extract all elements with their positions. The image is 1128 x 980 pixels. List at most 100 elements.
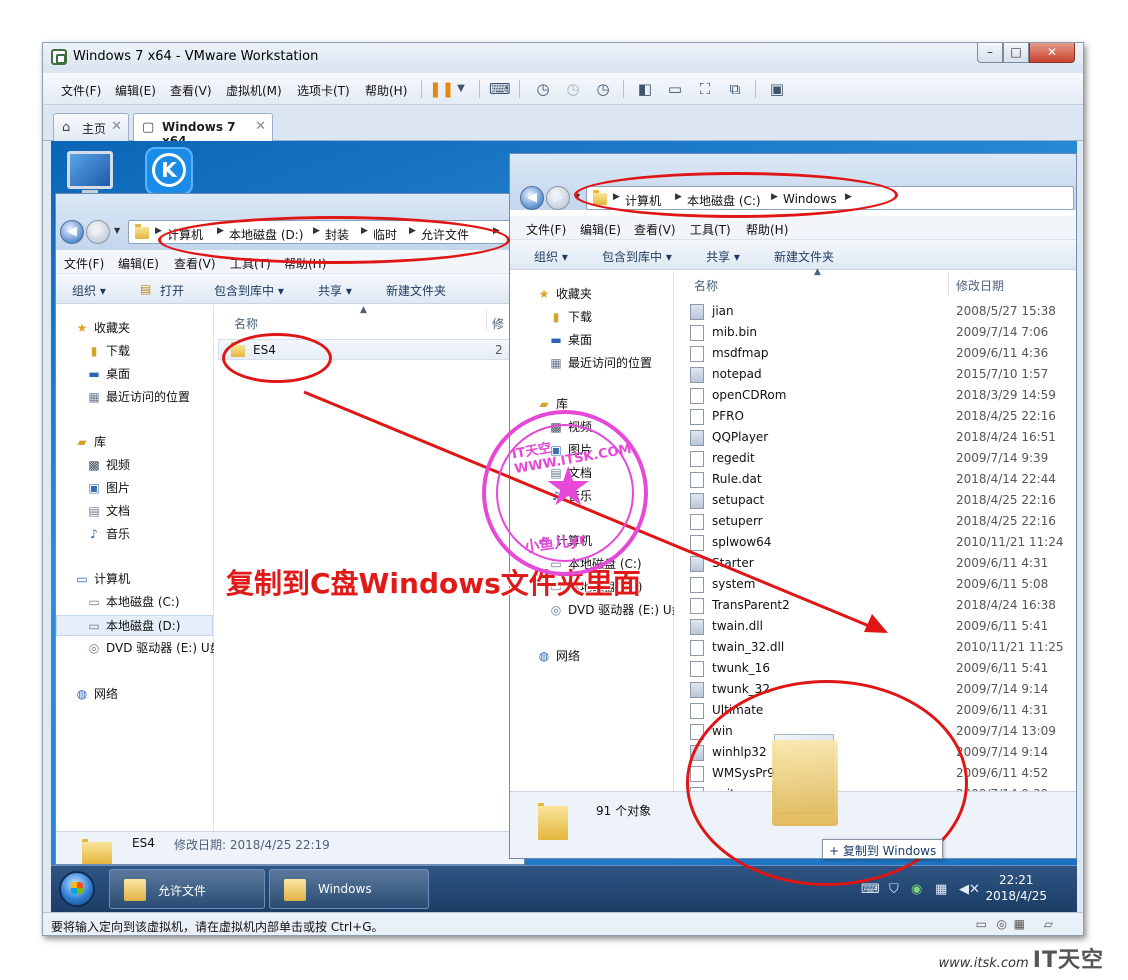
share-button[interactable]: 共享 ▾ [706,248,740,265]
revert-snapshot-icon[interactable]: ◷ [563,79,583,99]
security-tray-icon[interactable]: ◉ [911,882,922,897]
network-adapter-icon[interactable]: ▦ [1014,917,1025,931]
file-row[interactable]: twain.dll 2009/6/11 5:41 [674,616,1076,637]
nav-libraries[interactable]: ▰ 库 [74,433,106,450]
shield-icon[interactable]: ⛉ [889,882,899,897]
hard-disk-icon[interactable]: ▭ [976,917,987,931]
nav-favorites[interactable]: ★ 收藏夹 [536,285,592,302]
close-icon[interactable]: ✕ [111,119,122,134]
menu-tools[interactable]: 工具(T) [690,221,731,238]
keyboard-tray-icon[interactable]: ⌨ [861,882,880,897]
file-row[interactable]: setuperr 2018/4/25 22:16 [674,511,1076,532]
forward-button[interactable]: ▶ [86,220,110,244]
volume-muted-icon[interactable]: ◀✕ [959,882,980,897]
pause-icon[interactable]: ❚❚ [429,79,454,99]
taskbar-button-yunxu[interactable]: 允许文件 [109,869,265,909]
nav-videos[interactable]: ▩ 视频 [86,456,130,473]
menu-file[interactable]: 文件(F) [64,255,104,272]
nav-documents[interactable]: ▤ 文档 [86,502,130,519]
open-button[interactable]: 打开 [160,282,184,299]
clock[interactable]: 22:21 2018/4/25 [985,872,1047,904]
nav-recent[interactable]: ▦ 最近访问的位置 [548,354,652,371]
tab-home[interactable]: ⌂ 主页 ✕ [53,113,129,141]
nav-network[interactable]: ◍ 网络 [74,685,118,702]
fullscreen-icon[interactable]: ⛶ [695,79,715,99]
menu-help[interactable]: 帮助(H) [365,82,407,99]
nav-drive-c[interactable]: ▭ 本地磁盘 (C:) [86,593,179,610]
menu-edit[interactable]: 编辑(E) [118,255,159,272]
file-row[interactable]: Starter 2009/6/11 4:31 [674,553,1076,574]
nav-recent[interactable]: ▦ 最近访问的位置 [86,388,190,405]
column-name-header[interactable]: 名称 [234,315,258,332]
file-row[interactable]: notepad 2015/7/10 1:57 [674,364,1076,385]
menu-file[interactable]: 文件(F) [61,82,101,99]
menu-view[interactable]: 查看(V) [174,255,216,272]
nav-desktop[interactable]: ▬ 桌面 [86,365,130,382]
column-date-header[interactable]: 修 [492,315,504,332]
nav-drive-d[interactable]: ▭ 本地磁盘 (D:) [56,615,213,636]
maximize-button[interactable]: □ [1003,43,1029,63]
menu-view[interactable]: 查看(V) [634,221,676,238]
start-button[interactable] [59,871,95,907]
nav-favorites[interactable]: ★ 收藏夹 [74,319,130,336]
chevron-down-icon[interactable]: ▼ [114,226,120,235]
menu-edit[interactable]: 编辑(E) [115,82,156,99]
menu-help[interactable]: 帮助(H) [746,221,788,238]
title-bar[interactable]: Windows 7 x64 - VMware Workstation – □ ✕ [43,43,1083,71]
cd-icon[interactable]: ◎ [997,917,1007,931]
file-row[interactable]: PFRO 2018/4/25 22:16 [674,406,1076,427]
network-tray-icon[interactable]: ▦ [935,882,947,897]
send-keys-icon[interactable]: ⌨ [489,79,511,99]
sidebar-toggle-icon[interactable]: ◧ [635,79,655,99]
nav-dvd-drive[interactable]: ◎ DVD 驱动器 (E:) U盘 [86,639,222,656]
nav-desktop[interactable]: ▬ 桌面 [548,331,592,348]
unity-icon[interactable]: ⧉ [725,79,745,99]
thumbnail-bar-icon[interactable]: ▭ [665,79,685,99]
file-row[interactable]: system 2009/6/11 5:08 [674,574,1076,595]
file-row[interactable]: Rule.dat 2018/4/14 22:44 [674,469,1076,490]
file-row[interactable]: jian 2008/5/27 15:38 [674,301,1076,322]
nav-downloads[interactable]: ▮ 下载 [548,308,592,325]
menu-file[interactable]: 文件(F) [526,221,566,238]
nav-computer[interactable]: ▭ 计算机 [74,570,130,587]
snapshot-manager-icon[interactable]: ◷ [593,79,613,99]
tab-windows7[interactable]: ▢ Windows 7 x64 ✕ [133,113,273,148]
taskbar-button-windows[interactable]: Windows [269,869,429,909]
file-row[interactable]: twunk_16 2009/6/11 5:41 [674,658,1076,679]
file-row[interactable]: msdfmap 2009/6/11 4:36 [674,343,1076,364]
close-button[interactable]: ✕ [1029,43,1075,63]
chevron-down-icon[interactable]: ▼ [451,79,471,99]
column-date-header[interactable]: 修改日期 [956,277,1004,294]
new-folder-button[interactable]: 新建文件夹 [774,248,834,265]
include-library-button[interactable]: 包含到库中 ▾ [602,248,672,265]
organize-button[interactable]: 组织 ▾ [534,248,568,265]
menu-edit[interactable]: 编辑(E) [580,221,621,238]
file-row[interactable]: mib.bin 2009/7/14 7:06 [674,322,1076,343]
computer-desktop-icon[interactable] [67,151,113,196]
file-row[interactable]: openCDRom 2018/3/29 14:59 [674,385,1076,406]
close-icon[interactable]: ✕ [255,119,266,134]
file-row[interactable]: QQPlayer 2018/4/24 16:51 [674,427,1076,448]
console-view-icon[interactable]: ▣ [767,79,787,99]
back-button[interactable]: ◀ [520,186,544,210]
menu-view[interactable]: 查看(V) [170,82,212,99]
file-row[interactable]: twain_32.dll 2010/11/21 11:25 [674,637,1076,658]
file-row[interactable]: splwow64 2010/11/21 11:24 [674,532,1076,553]
share-button[interactable]: 共享 ▾ [318,282,352,299]
nav-music[interactable]: ♪ 音乐 [86,525,130,542]
forward-button[interactable]: ▶ [546,186,570,210]
file-row[interactable]: setupact 2018/4/25 22:16 [674,490,1076,511]
nav-dvd-drive[interactable]: ◎ DVD 驱动器 (E:) U盘 [548,601,684,618]
kugou-desktop-icon[interactable]: K [145,147,193,195]
nav-pictures[interactable]: ▣ 图片 [86,479,130,496]
menu-vm[interactable]: 虚拟机(M) [226,82,282,99]
menu-tabs[interactable]: 选项卡(T) [297,82,350,99]
new-folder-button[interactable]: 新建文件夹 [386,282,446,299]
organize-button[interactable]: 组织 ▾ [72,282,106,299]
nav-downloads[interactable]: ▮ 下载 [86,342,130,359]
file-row[interactable]: TransParent2 2018/4/24 16:38 [674,595,1076,616]
back-button[interactable]: ◀ [60,220,84,244]
include-library-button[interactable]: 包含到库中 ▾ [214,282,284,299]
nav-network[interactable]: ◍ 网络 [536,647,580,664]
file-row[interactable]: regedit 2009/7/14 9:39 [674,448,1076,469]
